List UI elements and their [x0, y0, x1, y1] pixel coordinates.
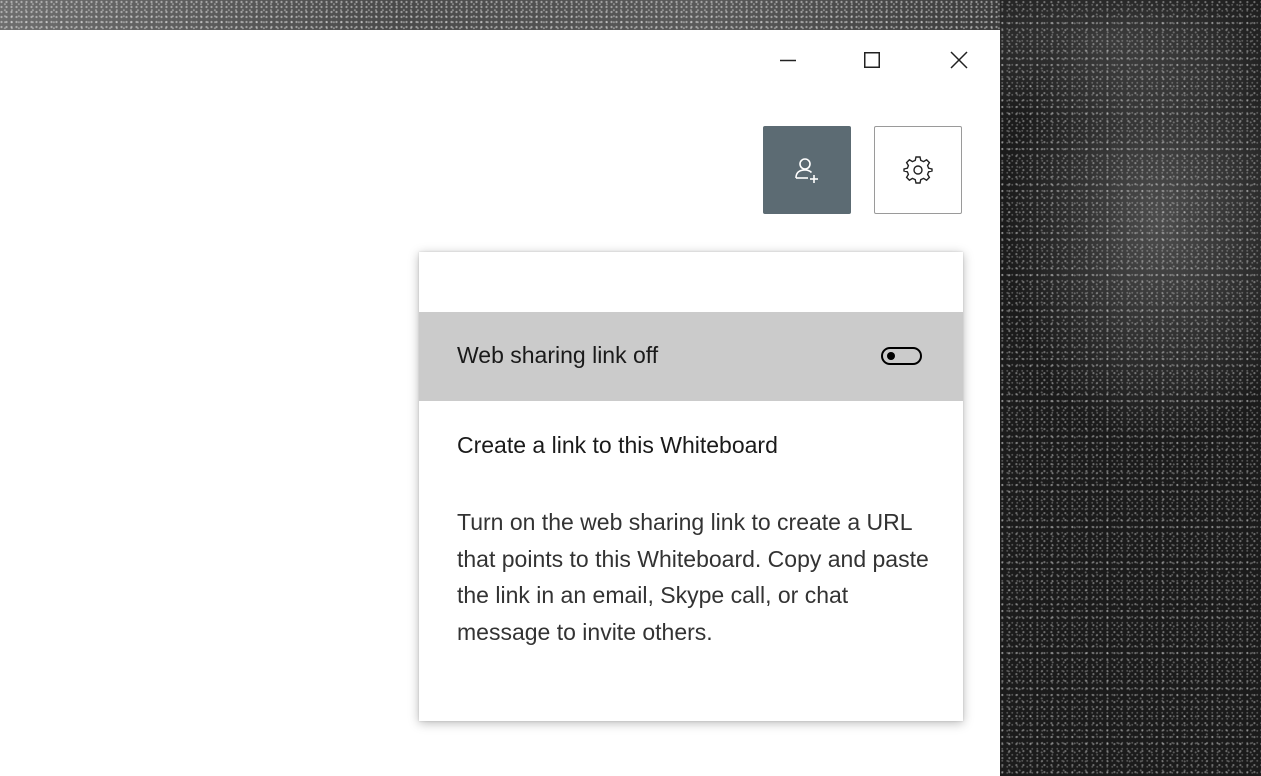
- web-sharing-panel: Web sharing link off Create a link to th…: [419, 252, 963, 721]
- gear-icon: [903, 156, 933, 184]
- panel-heading: Create a link to this Whiteboard: [457, 432, 778, 458]
- maximize-button[interactable]: [849, 30, 895, 90]
- web-sharing-toggle-row[interactable]: Web sharing link off: [419, 312, 963, 401]
- settings-button[interactable]: [874, 126, 962, 214]
- add-person-icon: [795, 158, 818, 183]
- toggle-knob: [887, 352, 895, 360]
- maximize-icon: [864, 52, 880, 68]
- close-icon: [950, 51, 968, 69]
- minimize-button[interactable]: [765, 30, 811, 90]
- web-sharing-toggle[interactable]: [881, 347, 922, 365]
- whiteboard-app-window: Web sharing link off Create a link to th…: [0, 30, 1000, 776]
- panel-description: Turn on the web sharing link to create a…: [457, 509, 929, 645]
- share-button[interactable]: [763, 126, 851, 214]
- minimize-icon: [780, 59, 796, 62]
- web-sharing-toggle-label: Web sharing link off: [457, 342, 659, 368]
- desktop-background-strip: [0, 0, 1000, 30]
- close-button[interactable]: [936, 30, 982, 90]
